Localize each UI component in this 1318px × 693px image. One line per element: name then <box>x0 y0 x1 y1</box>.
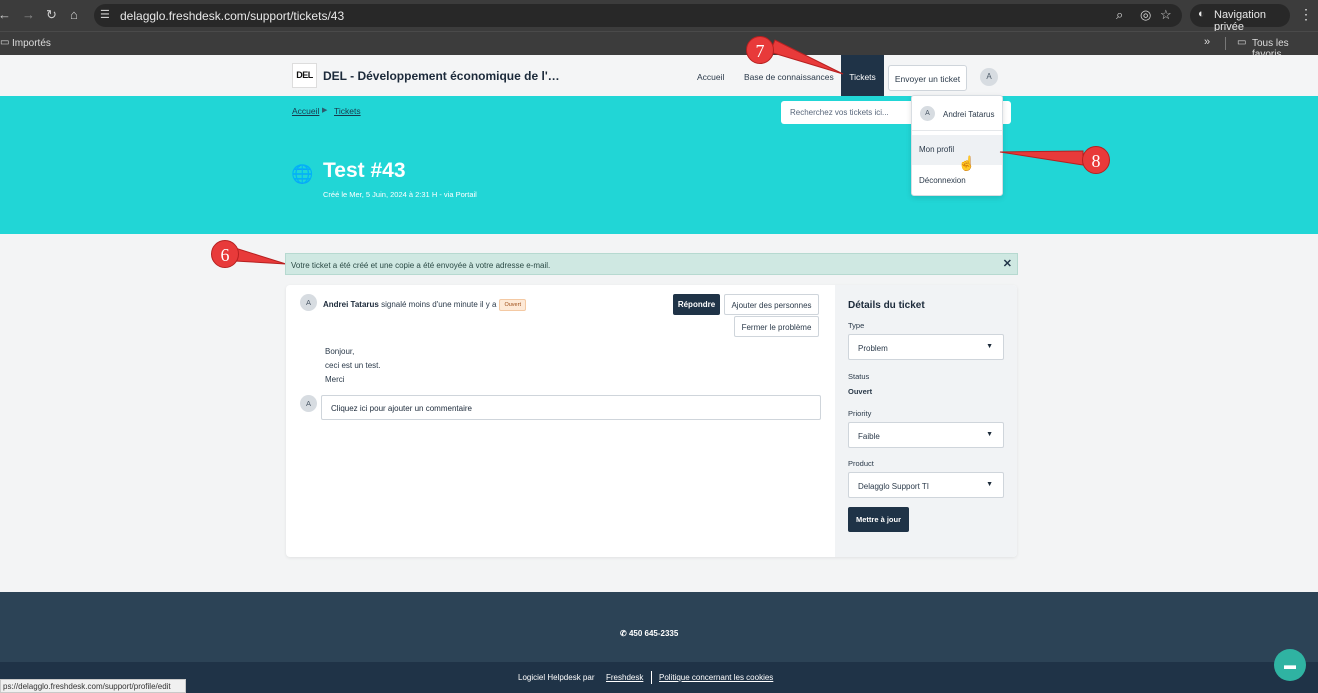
phone-number[interactable]: ✆ 450 645-2335 <box>620 629 678 638</box>
message-line: Bonjour, <box>325 347 355 356</box>
add-people-button[interactable]: Ajouter des personnes <box>724 294 819 315</box>
freshdesk-link[interactable]: Freshdesk <box>606 673 643 682</box>
priority-select[interactable]: Faible ▼ <box>848 422 1004 448</box>
update-button[interactable]: Mettre à jour <box>848 507 909 532</box>
message-line: ceci est un test. <box>325 361 381 370</box>
close-icon[interactable]: ✕ <box>1003 257 1012 270</box>
type-select[interactable]: Problem ▼ <box>848 334 1004 360</box>
caret-down-icon: ▼ <box>986 431 993 438</box>
product-select[interactable]: Delagglo Support TI ▼ <box>848 472 1004 498</box>
product-label: Product <box>848 459 874 468</box>
annotation-marker-6: 6 <box>211 240 239 268</box>
caret-down-icon: ▼ <box>986 343 993 350</box>
status-label: Status <box>848 372 870 381</box>
comment-input[interactable]: Cliquez ici pour ajouter un commentaire <box>321 395 821 420</box>
success-alert: Votre ticket a été créé et une copie a é… <box>285 253 1018 275</box>
annotation-marker-7: 7 <box>746 36 774 64</box>
caret-down-icon: ▼ <box>986 481 993 488</box>
annotation-marker-8: 8 <box>1082 146 1110 174</box>
priority-value: Faible <box>858 432 880 441</box>
phone-text: 450 645-2335 <box>628 629 679 638</box>
annotation-arrow-8 <box>999 150 1084 166</box>
phone-icon: ✆ <box>620 629 629 638</box>
priority-label: Priority <box>848 409 872 418</box>
ticket-card: A Andrei Tatarus signalé moins d'une min… <box>286 285 1017 557</box>
alert-message: Votre ticket a été créé et une copie a é… <box>291 261 551 270</box>
close-issue-button[interactable]: Fermer le problème <box>734 316 819 337</box>
author-name: Andrei Tatarus <box>323 300 379 310</box>
chat-widget-icon[interactable]: ▬ <box>1274 649 1306 681</box>
footer-bottom: Logiciel Helpdesk par Freshdesk Politiqu… <box>0 662 1318 693</box>
annotation-arrow-7 <box>769 39 844 75</box>
cookies-link[interactable]: Politique concernant les cookies <box>659 673 773 682</box>
avatar: A <box>300 294 317 311</box>
type-label: Type <box>848 321 865 330</box>
conversation-meta: Andrei Tatarus signalé moins d'une minut… <box>323 299 526 311</box>
status-badge: Ouvert <box>499 299 526 311</box>
avatar: A <box>300 395 317 412</box>
product-value: Delagglo Support TI <box>858 482 930 491</box>
footer-divider <box>651 671 652 684</box>
powered-by-text: Logiciel Helpdesk par <box>518 673 595 682</box>
annotation-arrow-6 <box>234 247 287 265</box>
browser-status-url: ps://delagglo.freshdesk.com/support/prof… <box>0 679 186 693</box>
status-value: Ouvert <box>848 387 873 396</box>
type-value: Problem <box>858 344 888 353</box>
message-line: Merci <box>325 375 345 384</box>
details-title: Détails du ticket <box>848 300 925 311</box>
ticket-details-panel: Détails du ticket Type Problem ▼ Status … <box>835 285 1017 557</box>
action-text: signalé moins d'une minute il y a <box>378 300 497 310</box>
reply-button[interactable]: Répondre <box>673 294 720 315</box>
footer: ✆ 450 645-2335 <box>0 592 1318 662</box>
